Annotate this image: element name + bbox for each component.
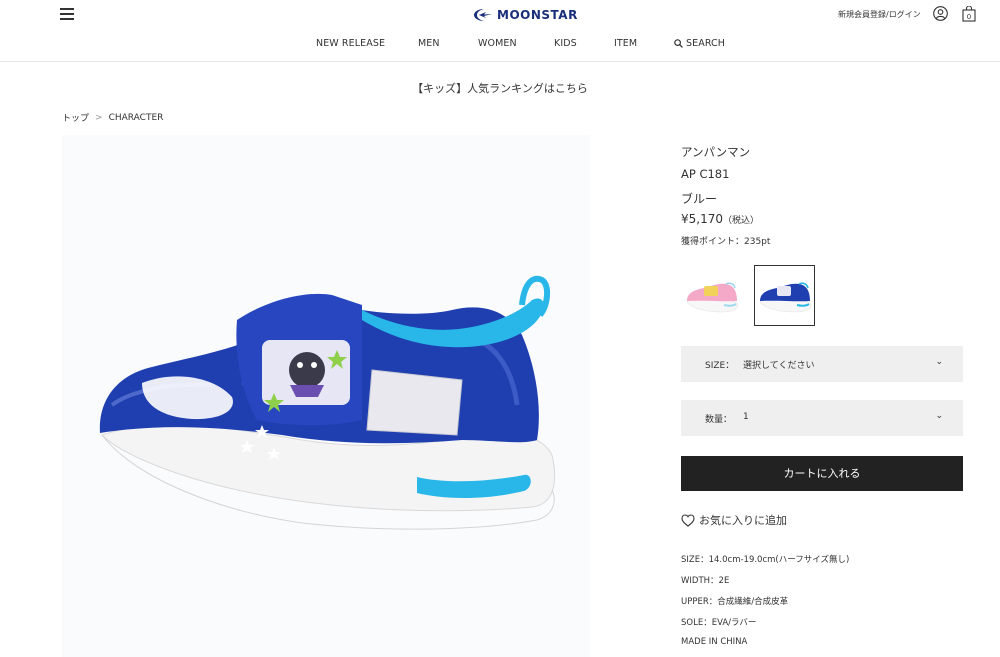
product-color: ブルー — [681, 192, 718, 206]
nav-women[interactable]: WOMEN — [478, 38, 517, 49]
login-link[interactable]: 新規会員登録/ログイン — [838, 9, 921, 20]
nav-new-release[interactable]: NEW RELEASE — [316, 38, 385, 49]
color-swatches — [681, 265, 827, 326]
site-header: MOONSTAR 新規会員登録/ログイン 0 NEW RELEASE MEN W… — [0, 0, 1000, 62]
heart-icon — [681, 513, 695, 527]
nav-men[interactable]: MEN — [418, 38, 440, 49]
swatch-pink[interactable] — [681, 265, 742, 326]
add-to-cart-button[interactable]: カートに入れる — [681, 456, 963, 491]
user-icon[interactable] — [933, 6, 948, 25]
reward-points: 獲得ポイント：235pt — [681, 237, 771, 247]
ranking-banner-link[interactable]: 【キッズ】人気ランキングはこちら — [0, 80, 1000, 96]
search-icon — [674, 39, 683, 48]
breadcrumb-separator: > — [95, 112, 103, 123]
spec-size: SIZE：14.0cm-19.0cm(ハーフサイズ無し) — [681, 555, 850, 565]
spec-upper: UPPER：合成繊維/合成皮革 — [681, 597, 789, 607]
breadcrumb: トップ > CHARACTER — [62, 111, 164, 125]
quantity-label: 数量： — [705, 415, 733, 425]
spec-origin: MADE IN CHINA — [681, 637, 748, 647]
product-price: ¥5,170 — [681, 212, 723, 226]
logo-text: MOONSTAR — [497, 8, 578, 22]
product-brand: アンパンマン — [681, 145, 751, 159]
size-value: 選択してください — [743, 361, 815, 371]
product-image[interactable] — [62, 135, 590, 657]
quantity-value: 1 — [743, 412, 749, 422]
nav-kids[interactable]: KIDS — [554, 38, 577, 49]
nav-item[interactable]: ITEM — [614, 38, 637, 49]
bag-icon[interactable]: 0 — [962, 5, 976, 26]
add-to-favorites-link[interactable]: お気に入りに追加 — [681, 512, 787, 528]
breadcrumb-home[interactable]: トップ — [62, 111, 89, 124]
spec-width: WIDTH：2E — [681, 576, 730, 586]
size-select[interactable]: SIZE： 選択してください ⌄ — [681, 346, 963, 382]
favorite-label: お気に入りに追加 — [699, 514, 787, 527]
main-nav: NEW RELEASE MEN WOMEN KIDS ITEM SEARCH — [0, 38, 1000, 52]
hamburger-icon[interactable] — [60, 8, 74, 22]
pink-shoe-thumbnail — [686, 281, 738, 312]
swatch-blue[interactable] — [754, 265, 815, 326]
breadcrumb-current[interactable]: CHARACTER — [109, 113, 164, 123]
shoe-illustration — [99, 275, 556, 530]
chevron-down-icon: ⌄ — [935, 357, 943, 367]
moonstar-logo[interactable]: MOONSTAR — [474, 7, 578, 23]
chevron-down-icon: ⌄ — [935, 411, 943, 421]
nav-search[interactable]: SEARCH — [674, 38, 725, 49]
search-label: SEARCH — [686, 38, 726, 49]
size-label: SIZE： — [705, 361, 735, 371]
spec-sole: SOLE：EVA/ラバー — [681, 618, 757, 628]
product-price-row: ¥5,170（税込） — [681, 212, 759, 226]
bag-count: 0 — [967, 13, 971, 21]
product-model: AP C181 — [681, 167, 730, 181]
quantity-select[interactable]: 数量： 1 ⌄ — [681, 400, 963, 436]
blue-shoe-thumbnail — [759, 281, 811, 312]
tax-note: （税込） — [723, 216, 760, 226]
